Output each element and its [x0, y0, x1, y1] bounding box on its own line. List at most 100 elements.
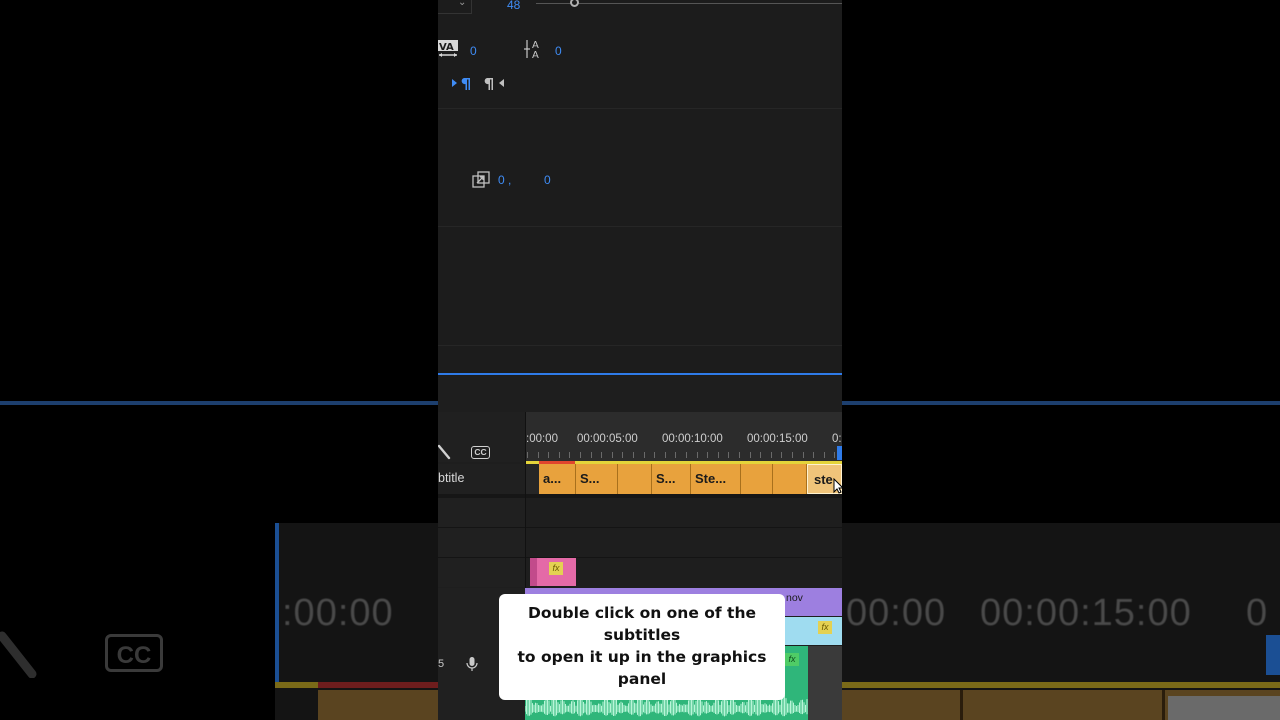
ruler-tick: [580, 452, 581, 458]
tracking-value[interactable]: 0: [470, 44, 477, 58]
subtitle-clip[interactable]: Ste...: [691, 464, 741, 494]
ruler-tick: [728, 452, 730, 458]
background-time-right-3: 0: [1246, 592, 1269, 634]
tooltip-line: to open it up in the graphics: [517, 648, 767, 666]
video-track-header[interactable]: [438, 558, 525, 587]
panel-divider: [438, 226, 842, 227]
subtitle-clip[interactable]: [618, 464, 652, 494]
ruler-tick: [770, 452, 772, 458]
tracking-icon: VA: [438, 38, 460, 60]
subtitle-clip[interactable]: [741, 464, 773, 494]
ruler-tick: [664, 452, 666, 458]
video-track-header[interactable]: [438, 528, 525, 557]
background-blue-line: [842, 401, 1280, 405]
background-time-left: :00:00: [282, 592, 394, 634]
ruler-tick: [643, 452, 645, 458]
panel-focus-border: [438, 373, 842, 375]
ruler-label: 00:00:05:00: [577, 433, 638, 445]
font-size-dropdown[interactable]: ⌄: [438, 0, 472, 14]
ruler-tick: [537, 452, 539, 458]
ruler-tick: [739, 452, 740, 458]
tooltip-line: Double click on one of the: [528, 604, 756, 622]
ruler-tick: [781, 452, 783, 458]
ruler-tick: [717, 452, 719, 458]
ruler-tick: [823, 452, 825, 458]
ruler-tick: [749, 452, 751, 458]
position-y-value[interactable]: 0: [544, 173, 551, 187]
ruler-tick: [760, 452, 762, 458]
ruler-label: 0:: [832, 433, 842, 445]
background-red-bar: [318, 682, 438, 688]
subtitle-clip[interactable]: a...: [539, 464, 576, 494]
leading-icon: AA: [524, 38, 546, 61]
subtitle-clip[interactable]: [773, 464, 807, 494]
microphone-icon[interactable]: [466, 656, 478, 672]
ruler-tick: [654, 452, 656, 458]
ruler-label: 00:00:10:00: [662, 433, 723, 445]
background-playhead: [275, 523, 279, 683]
background-clip-divider: [1162, 690, 1165, 720]
tooltip-line: subtitles: [603, 626, 681, 644]
panel-divider: [438, 108, 842, 109]
font-size-value[interactable]: 48: [507, 0, 520, 12]
background-wrench-icon: [0, 630, 38, 679]
fx-badge: fx: [818, 621, 832, 634]
playhead-end-marker[interactable]: [837, 446, 842, 460]
ruler-tick: [686, 452, 687, 458]
audio-track-number: 5: [438, 658, 445, 670]
ruler-tick: [707, 452, 709, 458]
background-orange-clip: [318, 690, 438, 720]
subtitle-track-label: btitle: [438, 471, 465, 485]
subtitle-clip[interactable]: S...: [652, 464, 691, 494]
background-playhead-marker: [1266, 635, 1280, 675]
ltr-direction-button[interactable]: [451, 76, 473, 92]
wrench-icon[interactable]: [438, 444, 452, 460]
ruler-tick: [527, 452, 528, 458]
leading-value[interactable]: 0: [555, 44, 562, 58]
subtitle-track-header[interactable]: btitle: [438, 464, 525, 494]
captions-cc-icon[interactable]: CC: [471, 446, 490, 459]
mouse-cursor-icon: [833, 477, 842, 494]
fx-badge: fx: [785, 653, 799, 666]
fx-badge: fx: [549, 562, 563, 575]
position-icon: [472, 171, 490, 189]
panel-divider: [438, 345, 842, 346]
ruler-tick: [611, 452, 613, 458]
ruler-tick: [558, 452, 560, 458]
chevron-down-icon: ⌄: [458, 0, 467, 8]
svg-text:VA: VA: [439, 42, 454, 53]
ruler-tick: [834, 452, 836, 458]
font-size-slider-thumb[interactable]: [570, 0, 579, 7]
ruler-tick: [590, 452, 592, 458]
ruler-tick: [569, 452, 571, 458]
graphics-clip-edge: [530, 558, 537, 586]
background-cc-icon: CC: [105, 634, 163, 672]
ruler-tick: [675, 452, 677, 458]
background-time-right-2: 00:00:15:00: [980, 592, 1192, 634]
position-x-value[interactable]: 0 ,: [498, 173, 511, 187]
ruler-tick: [802, 452, 804, 458]
subtitle-clip[interactable]: S...: [576, 464, 618, 494]
background-time-right-1: 00:00: [846, 592, 947, 634]
track-gap: [525, 464, 539, 494]
svg-text:A: A: [532, 50, 539, 60]
ruler-tick: [548, 452, 550, 458]
rtl-direction-button[interactable]: [484, 76, 506, 92]
ruler-label: 00:00:15:00: [747, 433, 808, 445]
background-blue-line: [0, 401, 438, 405]
instruction-tooltip: Double click on one of the subtitles to …: [499, 594, 785, 700]
ruler-tick: [792, 452, 793, 458]
background-clip-divider: [960, 690, 963, 720]
background-yellow-bar: [842, 682, 1280, 688]
ruler-label: :00:00: [526, 433, 558, 445]
tooltip-line: panel: [617, 670, 667, 688]
audio-track-empty: [808, 646, 842, 720]
video-clip-blue[interactable]: [785, 617, 842, 645]
background-grey-clip: [1168, 696, 1280, 720]
video-clip-label: nov: [786, 592, 803, 604]
video-track-header[interactable]: [438, 498, 525, 527]
background-right: 00:00 00:00:15:00 0: [842, 0, 1280, 720]
font-size-slider-track[interactable]: [536, 3, 842, 4]
ruler-tick: [696, 452, 698, 458]
ruler-tick: [601, 452, 603, 458]
